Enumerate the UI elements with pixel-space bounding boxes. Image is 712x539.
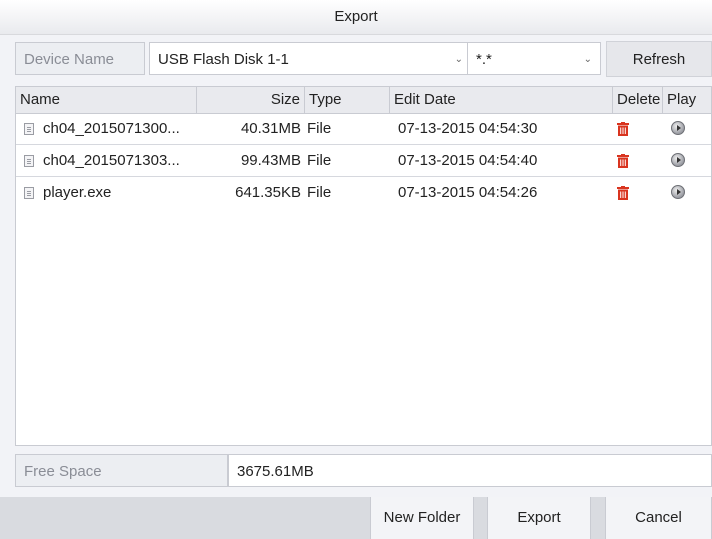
device-select-value: USB Flash Disk 1-1: [158, 51, 289, 68]
file-icon: [24, 187, 34, 199]
file-size: 641.35KB: [235, 184, 301, 201]
table-row[interactable]: player.exe 641.35KB File 07-13-2015 04:5…: [16, 177, 711, 209]
file-size: 40.31MB: [240, 120, 301, 137]
file-filter-value: *.*: [476, 51, 492, 68]
header-name[interactable]: Name: [16, 87, 197, 113]
trash-icon[interactable]: [617, 122, 629, 136]
file-type: File: [307, 152, 332, 169]
file-edit-date: 07-13-2015 04:54:40: [398, 152, 538, 169]
play-icon[interactable]: [671, 185, 685, 199]
file-type: File: [307, 184, 332, 201]
header-type[interactable]: Type: [305, 87, 390, 113]
trash-icon[interactable]: [617, 154, 629, 168]
file-icon: [24, 155, 34, 167]
trash-icon[interactable]: [617, 186, 629, 200]
chevron-down-icon: ⌄: [454, 54, 463, 65]
file-name: ch04_2015071303...: [43, 152, 180, 169]
file-size: 99.43MB: [240, 152, 301, 169]
dialog-title: Export: [0, 0, 712, 35]
table-row[interactable]: ch04_2015071303... 99.43MB File 07-13-20…: [16, 145, 711, 177]
free-space-value: 3675.61MB: [228, 454, 712, 487]
header-edit-date[interactable]: Edit Date: [390, 87, 613, 113]
new-folder-button[interactable]: New Folder: [370, 497, 474, 539]
cancel-button[interactable]: Cancel: [605, 497, 712, 539]
header-play[interactable]: Play: [663, 87, 712, 113]
header-size[interactable]: Size: [197, 87, 305, 113]
play-icon[interactable]: [671, 153, 685, 167]
export-button[interactable]: Export: [487, 497, 591, 539]
table-row[interactable]: ch04_2015071300... 40.31MB File 07-13-20…: [16, 113, 711, 145]
play-icon[interactable]: [671, 121, 685, 135]
file-filter-select[interactable]: *.* ⌄: [467, 42, 601, 75]
free-space-label: Free Space: [15, 454, 228, 487]
table-header: Name Size Type Edit Date Delete Play: [16, 87, 711, 114]
refresh-button[interactable]: Refresh: [606, 41, 712, 77]
file-edit-date: 07-13-2015 04:54:30: [398, 120, 538, 137]
file-name: player.exe: [43, 184, 112, 201]
file-table: Name Size Type Edit Date Delete Play ch0…: [15, 86, 712, 446]
file-type: File: [307, 120, 332, 137]
device-name-label: Device Name: [15, 42, 145, 75]
file-icon: [24, 123, 34, 135]
header-delete[interactable]: Delete: [613, 87, 663, 113]
device-select[interactable]: USB Flash Disk 1-1 ⌄: [149, 42, 472, 75]
file-edit-date: 07-13-2015 04:54:26: [398, 184, 538, 201]
chevron-down-icon: ⌄: [583, 54, 592, 65]
file-name: ch04_2015071300...: [43, 120, 180, 137]
